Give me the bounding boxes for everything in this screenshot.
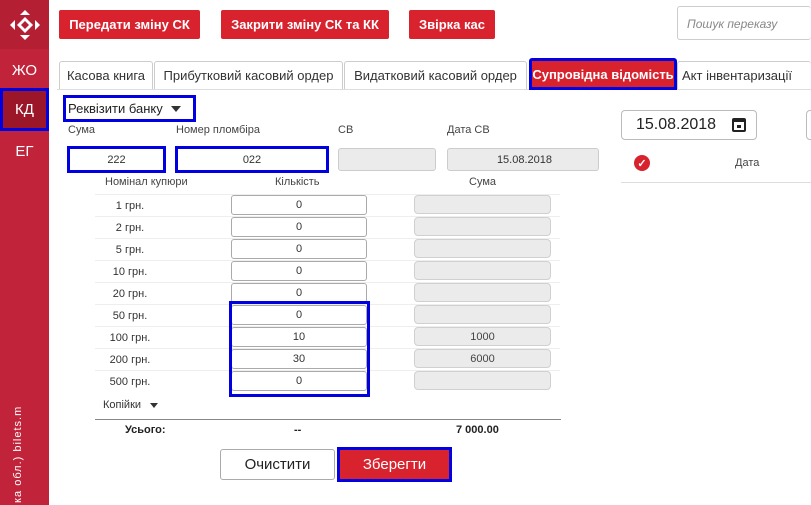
coins-toggle[interactable]: Копійки (103, 399, 159, 411)
total-divider (95, 419, 561, 420)
total-quantity: -- (294, 424, 302, 436)
app-root: ЖО КД ЕГ ка обл.) bilets.m Передати змін… (0, 0, 811, 505)
sv-field (338, 148, 436, 171)
denomination-label: 1 грн. (115, 200, 145, 212)
total-sum: 7 000.00 (456, 424, 499, 436)
sv-label: СВ (338, 124, 354, 136)
denomination-label: 10 грн. (112, 266, 148, 278)
denomination-label: 20 грн. (112, 288, 148, 300)
sum-label: Сума (68, 124, 96, 136)
denomination-label: 50 грн. (112, 310, 148, 322)
tab-cash-book[interactable]: Касова книга (59, 61, 153, 89)
quantity-input[interactable]: 10 (231, 327, 367, 347)
sidebar-item-label: КД (15, 101, 34, 118)
reconcile-cash-button[interactable]: Звірка кас (409, 10, 495, 39)
clear-button[interactable]: Очистити (220, 449, 335, 480)
chevron-down-icon (170, 105, 181, 112)
sidebar-item-kd[interactable]: КД (0, 88, 49, 131)
row-sum-field: 1000 (414, 327, 551, 346)
date-value: 15.08.2018 (636, 116, 717, 133)
chevron-down-icon (150, 403, 159, 408)
tab-cover-statement[interactable]: Супровідна відомість (529, 58, 677, 90)
coins-label: Копійки (103, 399, 142, 411)
tabs-divider (57, 89, 811, 90)
bank-details-dropdown[interactable]: Реквізити банку (63, 95, 196, 122)
sidebar-user-info: ка обл.) bilets.m (12, 405, 24, 503)
quantity-input[interactable]: 30 (231, 349, 367, 369)
row-sum-field (414, 305, 551, 324)
date-picker-secondary[interactable] (806, 110, 811, 140)
quantity-input[interactable]: 0 (231, 283, 367, 303)
nova-poshta-logo-icon (9, 9, 40, 40)
sv-date-label: Дата СВ (447, 124, 490, 136)
sum-header: Сума (469, 176, 497, 188)
sidebar-item-label: ЖО (11, 61, 38, 79)
search-input[interactable]: Пошук переказу (677, 6, 811, 40)
logo[interactable] (0, 0, 49, 49)
row-sum-field (414, 261, 551, 280)
row-sum-field (414, 371, 551, 390)
denomination-label: 100 грн. (109, 332, 151, 344)
quantity-input[interactable]: 0 (231, 371, 367, 391)
sidebar-item-label: ЕГ (15, 142, 34, 160)
check-circle-icon[interactable]: ✓ (634, 155, 650, 171)
sidebar-item-eg[interactable]: ЕГ (0, 131, 49, 171)
quantity-input[interactable]: 0 (231, 217, 367, 237)
quantity-input[interactable]: 0 (231, 305, 367, 325)
quantity-input[interactable]: 0 (231, 195, 367, 215)
seal-number-label: Номер пломбіра (176, 124, 260, 136)
denomination-header: Номінал купюри (105, 176, 188, 188)
quantity-input[interactable]: 0 (231, 261, 367, 281)
sidebar: ЖО КД ЕГ ка обл.) bilets.m (0, 0, 49, 505)
row-sum-field (414, 283, 551, 302)
transfer-shift-button[interactable]: Передати зміну СК (59, 10, 200, 39)
sum-field[interactable]: 222 (67, 146, 166, 173)
right-panel-divider (621, 182, 811, 183)
denomination-label: 500 грн. (109, 376, 151, 388)
date-column-header: Дата (735, 157, 760, 169)
row-sum-field (414, 195, 551, 214)
row-sum-field: 6000 (414, 349, 551, 368)
row-sum-field (414, 239, 551, 258)
calendar-icon[interactable] (732, 118, 746, 132)
denomination-label: 5 грн. (115, 244, 145, 256)
row-sum-field (414, 217, 551, 236)
tab-inventory-act[interactable]: Акт інвентаризації (677, 61, 811, 89)
quantity-input[interactable]: 0 (231, 239, 367, 259)
quantity-header: Кількість (275, 176, 320, 188)
seal-number-field[interactable]: 022 (175, 146, 329, 173)
tab-income-order[interactable]: Прибутковий касовий ордер (154, 61, 343, 89)
bank-details-label: Реквізити банку (68, 101, 163, 116)
denomination-label: 200 грн. (109, 354, 151, 366)
denomination-label: 2 грн. (115, 222, 145, 234)
tab-expense-order[interactable]: Видатковий касовий ордер (344, 61, 527, 89)
close-shift-button[interactable]: Закрити зміну СК та КК (221, 10, 389, 39)
sv-date-field: 15.08.2018 (447, 148, 599, 171)
save-button[interactable]: Зберегти (337, 447, 452, 482)
sidebar-item-zho[interactable]: ЖО (0, 50, 49, 90)
date-picker[interactable]: 15.08.2018 (621, 110, 757, 140)
total-label: Усього: (125, 424, 166, 436)
